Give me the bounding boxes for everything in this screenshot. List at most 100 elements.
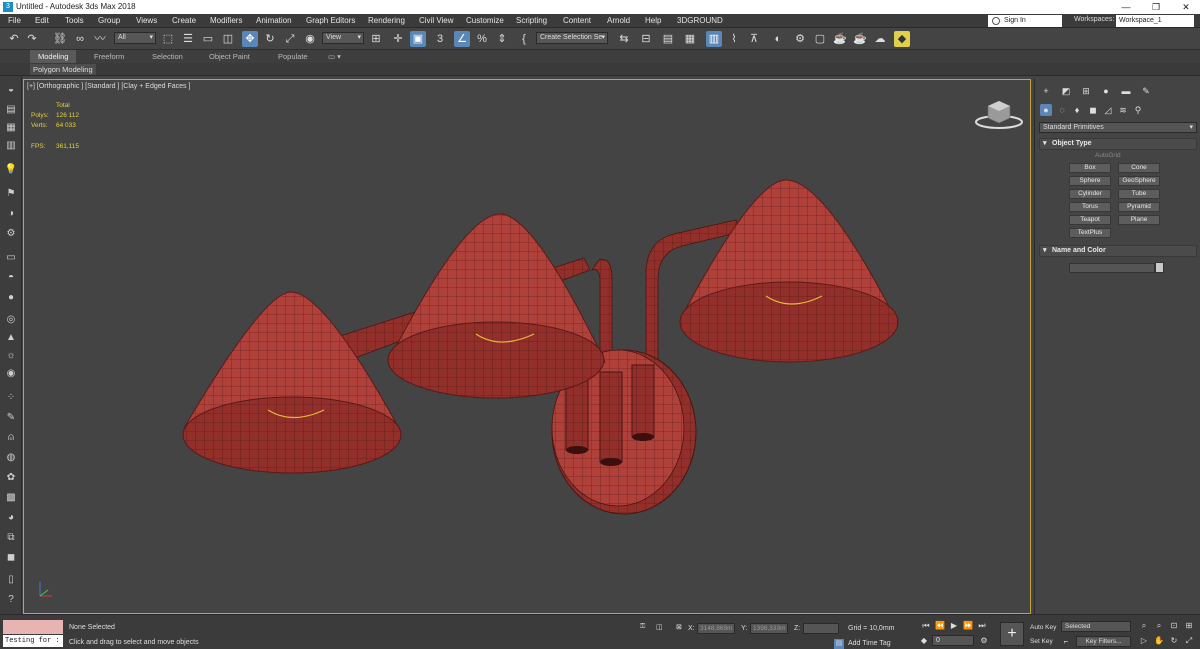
next-frame-icon[interactable]: ⏩ (962, 620, 974, 632)
select-by-name-icon[interactable]: ☰ (180, 31, 196, 47)
bones-icon[interactable]: ✎ (3, 410, 19, 425)
play-icon[interactable]: ▶ (948, 620, 960, 632)
viewport-layout-icon[interactable]: ◒ (3, 82, 19, 97)
toggle-layer-explorer-icon[interactable]: ▦ (682, 31, 698, 47)
menu-create[interactable]: Create (172, 16, 196, 25)
textplus-button[interactable]: TextPlus (1069, 228, 1111, 238)
display-tab-icon[interactable]: ▬ (1120, 85, 1132, 97)
go-to-end-icon[interactable]: ⏭ (976, 620, 988, 632)
select-and-place-icon[interactable]: ◉ (302, 31, 318, 47)
current-frame-field[interactable]: 0 (932, 635, 974, 646)
grass-icon[interactable]: ✿ (3, 470, 19, 485)
helpers-icon[interactable]: ◿ (1102, 104, 1114, 116)
light-icon[interactable]: 💡 (3, 162, 19, 177)
file-icon[interactable]: ▯ (3, 572, 19, 587)
minimize-button[interactable]: — (1112, 0, 1140, 14)
menu-3dground[interactable]: 3DGROUND (677, 16, 723, 25)
reference-coordinate-dropdown[interactable]: View (322, 32, 364, 44)
set-key-button[interactable]: Set Key (1027, 636, 1056, 647)
menu-rendering[interactable]: Rendering (368, 16, 405, 25)
hierarchy-tab-icon[interactable]: ⊞ (1080, 85, 1092, 97)
sphere-button[interactable]: Sphere (1069, 176, 1111, 186)
pieces-icon[interactable]: ⧉ (3, 530, 19, 545)
maxscript-listener[interactable] (3, 620, 63, 634)
pyramid-button[interactable]: Pyramid (1118, 202, 1160, 212)
tab-object-paint[interactable]: Object Paint (201, 50, 258, 63)
object-color-swatch[interactable] (1155, 262, 1164, 273)
motion-tab-icon[interactable]: ● (1100, 85, 1112, 97)
select-and-rotate-icon[interactable]: ↻ (262, 31, 278, 47)
menu-content[interactable]: Content (563, 16, 591, 25)
systems-icon[interactable]: ⚙ (3, 226, 19, 241)
sphere-gloss-icon[interactable]: ◕ (3, 510, 19, 525)
object-name-input[interactable] (1069, 263, 1155, 273)
tube-button[interactable]: Tube (1118, 189, 1160, 199)
align-icon[interactable]: ⊟ (638, 31, 654, 47)
keyboard-shortcut-toggle-icon[interactable]: ▣ (410, 31, 426, 47)
box-icon[interactable]: ▭ (3, 250, 19, 265)
camera-icon[interactable]: ⚑ (3, 186, 19, 201)
maxscript-input[interactable]: Testing for : (3, 635, 63, 647)
tab-populate[interactable]: Populate (270, 50, 316, 63)
menu-help[interactable]: Help (645, 16, 661, 25)
menu-file[interactable]: File (8, 16, 21, 25)
modify-tab-icon[interactable]: ◩ (1060, 85, 1072, 97)
globe-icon[interactable]: ◍ (3, 450, 19, 465)
render-in-cloud-icon[interactable]: ☁ (872, 31, 888, 47)
auto-key-button[interactable]: Auto Key (1027, 622, 1059, 633)
scene-explorer-icon[interactable]: ▥ (3, 138, 19, 153)
maximize-button[interactable]: ❐ (1142, 0, 1170, 14)
maximize-viewport-icon[interactable]: ⤢ (1183, 635, 1195, 647)
menu-scripting[interactable]: Scripting (516, 16, 547, 25)
color-chip-icon[interactable]: ◼ (3, 550, 19, 565)
rendered-frame-window-icon[interactable]: ▢ (812, 31, 828, 47)
lock-selection-icon[interactable]: ⚿ (640, 623, 645, 631)
zoom-extents-all-icon[interactable]: ⊞ (1183, 620, 1195, 632)
x-coordinate-field[interactable]: 3148,869m (697, 623, 735, 634)
field-of-view-icon[interactable]: ▷ (1138, 635, 1150, 647)
polygon-modeling-panel[interactable]: Polygon Modeling (30, 64, 96, 75)
cone-icon[interactable]: ▲ (3, 330, 19, 345)
angle-snap-icon[interactable]: ∠ (454, 31, 470, 47)
biped-icon[interactable]: ⍝ (3, 430, 19, 445)
menu-edit[interactable]: Edit (35, 16, 49, 25)
shapes-icon[interactable]: ◌ (1056, 104, 1068, 116)
tab-selection[interactable]: Selection (144, 50, 191, 63)
z-coordinate-field[interactable] (803, 623, 839, 634)
key-filters-button[interactable]: Key Filters... (1076, 636, 1131, 647)
disc-icon[interactable]: ◉ (3, 366, 19, 381)
add-time-tag[interactable]: Add Time Tag (848, 640, 891, 647)
cameras-icon[interactable]: ◼ (1087, 104, 1099, 116)
redo-icon[interactable]: ↷ (24, 31, 40, 47)
schematic-view-icon[interactable]: ⊼ (746, 31, 762, 47)
primitive-category-dropdown[interactable]: Standard Primitives (1039, 122, 1197, 133)
lights-icon[interactable]: ♦ (1071, 104, 1083, 116)
select-and-move-icon[interactable]: ✥ (242, 31, 258, 47)
texture-icon[interactable]: ▩ (3, 490, 19, 505)
menu-views[interactable]: Views (136, 16, 157, 25)
sphere-icon[interactable]: ● (3, 290, 19, 305)
select-object-icon[interactable]: ⬚ (160, 31, 176, 47)
layer-list-icon[interactable]: ▦ (3, 120, 19, 135)
window-crossing-icon[interactable]: ◫ (220, 31, 236, 47)
time-config-icon[interactable]: ⚙ (978, 635, 990, 647)
zoom-all-icon[interactable]: ⌕ (1153, 620, 1165, 632)
cylinder-button[interactable]: Cylinder (1069, 189, 1111, 199)
perspective-viewport[interactable]: [+] [Orthographic ] [Standard ] [Clay + … (23, 79, 1031, 614)
undo-icon[interactable]: ↶ (6, 31, 22, 47)
material-editor-icon[interactable]: ◐ (770, 31, 786, 47)
edit-named-selection-icon[interactable]: { (516, 31, 532, 47)
object-type-rollout[interactable]: Object Type (1039, 138, 1197, 150)
3dground-plugin-icon[interactable]: ◆ (894, 31, 910, 47)
toggle-scene-explorer-icon[interactable]: ▤ (660, 31, 676, 47)
named-selection-set-dropdown[interactable]: Create Selection Se (536, 32, 608, 44)
select-and-scale-icon[interactable]: ⤢ (282, 31, 298, 47)
unlink-icon[interactable]: ∞ (72, 31, 88, 47)
bind-space-warp-icon[interactable]: 〰 (92, 31, 108, 47)
render-production-icon[interactable]: ☕ (832, 31, 848, 47)
zoom-extents-icon[interactable]: ⊡ (1168, 620, 1180, 632)
time-tag-icon[interactable]: ▤ (834, 639, 844, 649)
menu-civil-view[interactable]: Civil View (419, 16, 454, 25)
workspace-dropdown[interactable]: Workspace_1 (1116, 15, 1194, 27)
sign-in-button[interactable]: Sign In (988, 15, 1062, 27)
